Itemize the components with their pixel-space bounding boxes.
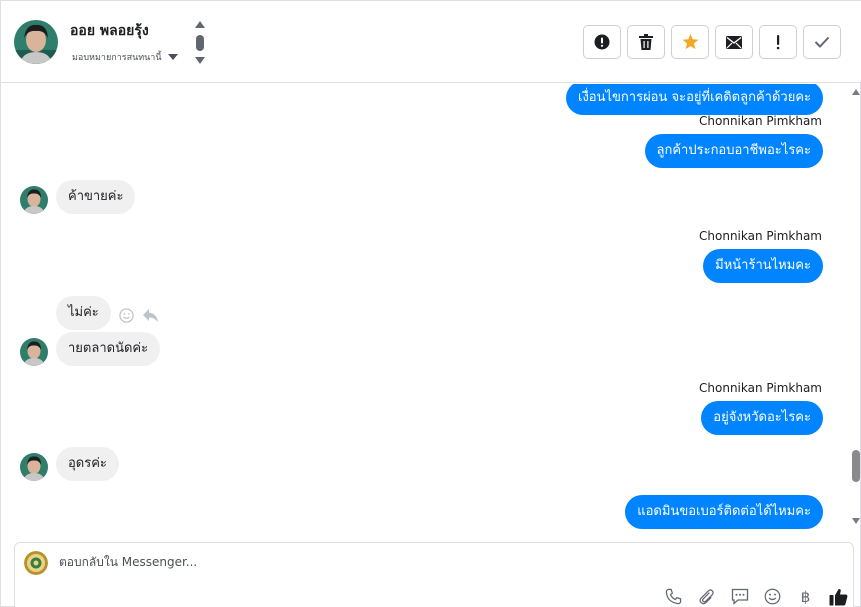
previous-conversation-icon[interactable]: [195, 21, 205, 28]
reply-input[interactable]: [59, 555, 619, 569]
message-bubble-incoming[interactable]: ไม่ค่ะ: [56, 296, 111, 330]
reply-composer: ฿: [14, 542, 854, 607]
contact-avatar-small: [20, 338, 48, 366]
page-avatar: [24, 551, 48, 575]
exclamation-icon: [776, 35, 780, 50]
nav-handle-icon: [196, 35, 204, 51]
sender-name: Chonnikan Pimkham: [699, 114, 822, 128]
message-bubble-outgoing[interactable]: เงื่อนไขการผ่อน จะอยู่ที่เคดิตลูกค้าด้วย…: [566, 84, 823, 115]
composer-toolbar: ฿: [663, 586, 849, 607]
phone-icon[interactable]: [663, 586, 684, 607]
follow-up-button[interactable]: [759, 25, 797, 59]
scroll-up-icon[interactable]: [852, 89, 860, 95]
emoji-icon[interactable]: [762, 586, 783, 607]
scroll-thumb[interactable]: [852, 450, 860, 482]
mark-unread-button[interactable]: [715, 25, 753, 59]
star-icon: [682, 34, 698, 50]
thread-scrollbar[interactable]: [849, 84, 861, 532]
alert-circle-icon: [594, 34, 610, 50]
thumbs-up-icon[interactable]: [828, 586, 849, 607]
check-icon: [814, 36, 830, 48]
assign-label: มอบหมายการสนทนานี้: [72, 53, 162, 63]
contact-avatar-small: [20, 453, 48, 481]
message-bubble-incoming[interactable]: ค้าขายค่ะ: [56, 180, 136, 214]
message-bubble-outgoing[interactable]: ลูกค้าประกอบอาชีพอะไรคะ: [644, 134, 823, 168]
contact-avatar-small: [20, 186, 48, 214]
assign-conversation-dropdown[interactable]: มอบหมายการสนทนานี้: [72, 50, 178, 64]
message-bubble-outgoing[interactable]: แอดมินขอเบอร์ติดต่อได้ไหมคะ: [625, 495, 823, 529]
envelope-icon: [726, 35, 742, 49]
message-bubble-incoming[interactable]: ายตลาดนัดค่ะ: [56, 332, 161, 366]
message-reactions: [119, 308, 159, 323]
conversation-actions: [583, 25, 841, 59]
mark-done-button[interactable]: [803, 25, 841, 59]
contact-avatar[interactable]: [14, 20, 58, 64]
next-conversation-icon[interactable]: [195, 57, 205, 64]
emoji-react-icon[interactable]: [119, 308, 134, 323]
trash-icon: [639, 34, 653, 50]
scroll-down-icon[interactable]: [852, 518, 860, 524]
contact-name[interactable]: ออย พลอยรุ้ง: [70, 20, 149, 42]
paperclip-icon[interactable]: [696, 586, 717, 607]
sender-name: Chonnikan Pimkham: [699, 229, 822, 243]
message-bubble-incoming[interactable]: อุดรค่ะ: [56, 447, 119, 481]
baht-icon[interactable]: ฿: [795, 586, 816, 607]
delete-button[interactable]: [627, 25, 665, 59]
reply-icon[interactable]: [142, 308, 159, 323]
spam-button[interactable]: [583, 25, 621, 59]
message-bubble-outgoing[interactable]: มีหน้าร้านไหมคะ: [703, 249, 823, 283]
caret-down-icon: [167, 54, 178, 60]
saved-reply-icon[interactable]: [729, 586, 750, 607]
inbox-conversation-panel: ออย พลอยรุ้ง มอบหมายการสนทนานี้ เงื่อนไข…: [0, 0, 861, 607]
sender-name: Chonnikan Pimkham: [699, 381, 822, 395]
conversation-nav[interactable]: [194, 21, 206, 66]
conversation-header: ออย พลอยรุ้ง มอบหมายการสนทนานี้: [1, 1, 861, 83]
message-bubble-outgoing[interactable]: อยู่จังหวัดอะไรคะ: [701, 401, 823, 435]
message-thread[interactable]: เงื่อนไขการผ่อน จะอยู่ที่เคดิตลูกค้าด้วย…: [2, 84, 848, 532]
baht-symbol: ฿: [800, 587, 811, 606]
star-button[interactable]: [671, 25, 709, 59]
